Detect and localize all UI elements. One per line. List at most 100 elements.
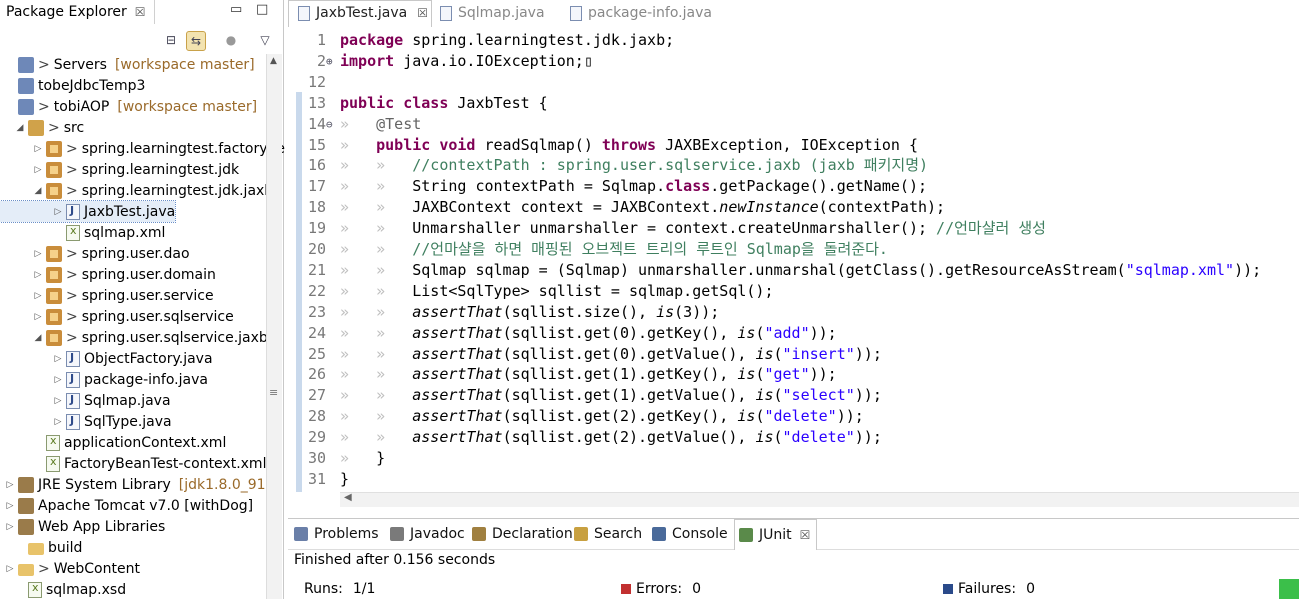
scroll-left-icon[interactable]: ◀ xyxy=(344,492,352,503)
scroll-grip-icon[interactable]: ≡ xyxy=(269,386,278,399)
tree-item[interactable]: ▷ JaxbTest.java xyxy=(0,200,177,223)
package-explorer-scrollbar[interactable]: ▲ ≡ xyxy=(266,54,282,599)
collapsed-arrow-icon[interactable]: ▷ xyxy=(52,396,64,406)
close-icon[interactable]: ☒ xyxy=(135,5,146,19)
code-line[interactable]: 25 » » assertThat(sqllist.get(0).getValue… xyxy=(288,344,1299,365)
code-line[interactable]: 20 » » //언마샬을 하면 매핑된 오브젝트 트리의 루트인 Sqlmap을… xyxy=(288,239,1299,260)
tab-javadoc[interactable]: Javadoc xyxy=(390,519,465,549)
expand-fold-icon[interactable]: ⊕ xyxy=(326,51,333,72)
tree-item[interactable]: sqlmap.xsd xyxy=(0,579,126,600)
code-text[interactable]: » » Sqlmap sqlmap = (Sqlmap) unmarshalle… xyxy=(340,260,1261,281)
tree-item[interactable]: ▷ > spring.learningtest.jdk xyxy=(0,159,239,180)
code-line[interactable]: 13 public class JaxbTest { xyxy=(288,93,1299,114)
code-line[interactable]: 22 » » List<SqlType> sqllist = sqlmap.get… xyxy=(288,281,1299,302)
collapsed-arrow-icon[interactable]: ▷ xyxy=(4,501,16,511)
collapsed-arrow-icon[interactable]: ▷ xyxy=(32,165,44,175)
tree-item[interactable]: ▷ > spring.user.dao xyxy=(0,243,190,264)
code-text[interactable]: » » assertThat(sqllist.get(0).getKey(), … xyxy=(340,323,837,344)
code-line[interactable]: 15 » public void readSqlmap() throws JAXB… xyxy=(288,135,1299,156)
maximize-icon[interactable]: □ xyxy=(256,2,268,17)
code-text[interactable]: } xyxy=(340,469,349,490)
tree-item[interactable]: ▷ > spring.user.service xyxy=(0,285,214,306)
code-text[interactable]: » public void readSqlmap() throws JAXBEx… xyxy=(340,135,918,156)
code-line[interactable]: 19 » » Unmarshaller unmarshaller = contex… xyxy=(288,218,1299,239)
code-text[interactable]: » @Test xyxy=(340,114,421,135)
code-line[interactable]: 27 » » assertThat(sqllist.get(1).getValue… xyxy=(288,385,1299,406)
tab-package-explorer[interactable]: Package Explorer ☒ xyxy=(0,0,155,24)
collapsed-arrow-icon[interactable]: ▷ xyxy=(4,522,16,532)
code-text[interactable]: » } xyxy=(340,448,385,469)
code-text[interactable]: » » //언마샬을 하면 매핑된 오브젝트 트리의 루트인 Sqlmap을 돌… xyxy=(340,239,888,260)
tab-problems[interactable]: Problems xyxy=(294,519,379,549)
tree-item[interactable]: ▷ SqlType.java xyxy=(0,411,172,432)
tree-item[interactable]: ▷ Apache Tomcat v7.0 [withDog] xyxy=(0,495,253,516)
tree-item[interactable]: ▷ > spring.user.sqlservice xyxy=(0,306,234,327)
code-line[interactable]: 21 » » Sqlmap sqlmap = (Sqlmap) unmarshal… xyxy=(288,260,1299,281)
code-line[interactable]: 24 » » assertThat(sqllist.get(0).getKey()… xyxy=(288,323,1299,344)
collapsed-arrow-icon[interactable]: ▷ xyxy=(32,312,44,322)
code-text[interactable]: » » assertThat(sqllist.get(0).getValue()… xyxy=(340,344,882,365)
code-line[interactable]: 18 » » JAXBContext context = JAXBContext.… xyxy=(288,197,1299,218)
scroll-up-icon[interactable]: ▲ xyxy=(270,56,277,66)
code-text[interactable]: » » String contextPath = Sqlmap.class.ge… xyxy=(340,176,927,197)
tree-item[interactable]: ▷ > WebContent xyxy=(0,558,140,579)
code-line[interactable]: 28 » » assertThat(sqllist.get(2).getKey()… xyxy=(288,406,1299,427)
code-text[interactable]: » » assertThat(sqllist.get(2).getValue()… xyxy=(340,427,882,448)
tree-item[interactable]: > Servers [workspace master] xyxy=(0,54,255,75)
code-text[interactable]: » » assertThat(sqllist.get(2).getKey(), … xyxy=(340,406,864,427)
tree-item[interactable]: ▷ ObjectFactory.java xyxy=(0,348,213,369)
code-line[interactable]: 17 » » String contextPath = Sqlmap.class.… xyxy=(288,176,1299,197)
code-line[interactable]: 14 ⊖ » @Test xyxy=(288,114,1299,135)
tab-junit[interactable]: JUnit ☒ xyxy=(734,519,818,550)
tab-search[interactable]: Search xyxy=(574,519,642,549)
tree-item[interactable]: ▷ package-info.java xyxy=(0,369,208,390)
tree-item[interactable]: ▷ Web App Libraries xyxy=(0,516,165,537)
code-line[interactable]: 16 » » //contextPath : spring.user.sqlser… xyxy=(288,155,1299,176)
collapsed-arrow-icon[interactable]: ▷ xyxy=(4,564,16,574)
editor-horizontal-scrollbar[interactable]: ◀ xyxy=(340,492,1299,507)
collapsed-arrow-icon[interactable]: ▷ xyxy=(32,270,44,280)
tree-item[interactable]: ▷ > spring.user.domain xyxy=(0,264,216,285)
code-line[interactable]: 30 » } xyxy=(288,448,1299,469)
code-line[interactable]: 23 » » assertThat(sqllist.size(), is(3)); xyxy=(288,302,1299,323)
tree-item[interactable]: ▷ > spring.learningtest.factorybe xyxy=(0,138,285,159)
minimize-icon[interactable]: ▭ xyxy=(230,2,242,17)
tree-item[interactable]: ◢ > src xyxy=(0,117,84,138)
code-text[interactable]: » » JAXBContext context = JAXBContext.ne… xyxy=(340,197,945,218)
expanded-arrow-icon[interactable]: ◢ xyxy=(32,333,44,343)
code-text[interactable]: » » Unmarshaller unmarshaller = context.… xyxy=(340,218,1046,239)
code-line[interactable]: 29 » » assertThat(sqllist.get(2).getValue… xyxy=(288,427,1299,448)
tree-item[interactable]: ◢ > spring.user.sqlservice.jaxb xyxy=(0,327,268,348)
tree-item[interactable]: ◢ > spring.learningtest.jdk.jaxb xyxy=(0,180,273,201)
collapsed-arrow-icon[interactable]: ▷ xyxy=(32,291,44,301)
tab-console[interactable]: Console xyxy=(652,519,728,549)
code-line[interactable]: 26 » » assertThat(sqllist.get(1).getKey()… xyxy=(288,364,1299,385)
expanded-arrow-icon[interactable]: ◢ xyxy=(14,123,26,133)
code-line[interactable]: 31} xyxy=(288,469,1299,490)
code-text[interactable]: » » //contextPath : spring.user.sqlservi… xyxy=(340,155,928,176)
collapsed-arrow-icon[interactable]: ▷ xyxy=(4,480,16,490)
code-text[interactable]: package spring.learningtest.jdk.jaxb; xyxy=(340,30,674,51)
code-text[interactable]: public class JaxbTest { xyxy=(340,93,548,114)
code-line[interactable]: 2 ⊕ import java.io.IOException;▯ xyxy=(288,51,1299,72)
view-menu-icon[interactable]: ▽ xyxy=(256,31,274,49)
link-with-editor-icon[interactable]: ⇆ xyxy=(186,31,206,51)
focus-icon[interactable]: ● xyxy=(222,31,240,49)
tab-declaration[interactable]: Declaration xyxy=(472,519,573,549)
code-text[interactable]: » » assertThat(sqllist.size(), is(3)); xyxy=(340,302,719,323)
code-line[interactable]: 1 package spring.learningtest.jdk.jaxb; xyxy=(288,30,1299,51)
tree-item[interactable]: tobeJdbcTemp3 xyxy=(0,75,145,96)
tab-sqlmap[interactable]: Sqlmap.java xyxy=(440,0,545,26)
tree-item[interactable]: > tobiAOP [workspace master] xyxy=(0,96,257,117)
tree-item[interactable]: ▷ Sqlmap.java xyxy=(0,390,171,411)
collapse-all-icon[interactable]: ⊟ xyxy=(162,31,180,49)
code-text[interactable]: import java.io.IOException;▯ xyxy=(340,51,593,72)
code-text[interactable]: » » List<SqlType> sqllist = sqlmap.getSq… xyxy=(340,281,773,302)
collapse-fold-icon[interactable]: ⊖ xyxy=(326,114,333,135)
code-text[interactable]: » » assertThat(sqllist.get(1).getValue()… xyxy=(340,385,882,406)
close-icon[interactable]: ☒ xyxy=(800,528,811,542)
tab-package-info[interactable]: package-info.java xyxy=(570,0,712,26)
tree-item[interactable]: sqlmap.xml xyxy=(0,222,165,243)
collapsed-arrow-icon[interactable]: ▷ xyxy=(52,417,64,427)
tree-item[interactable]: ▷ JRE System Library [jdk1.8.0_91] xyxy=(0,474,271,495)
